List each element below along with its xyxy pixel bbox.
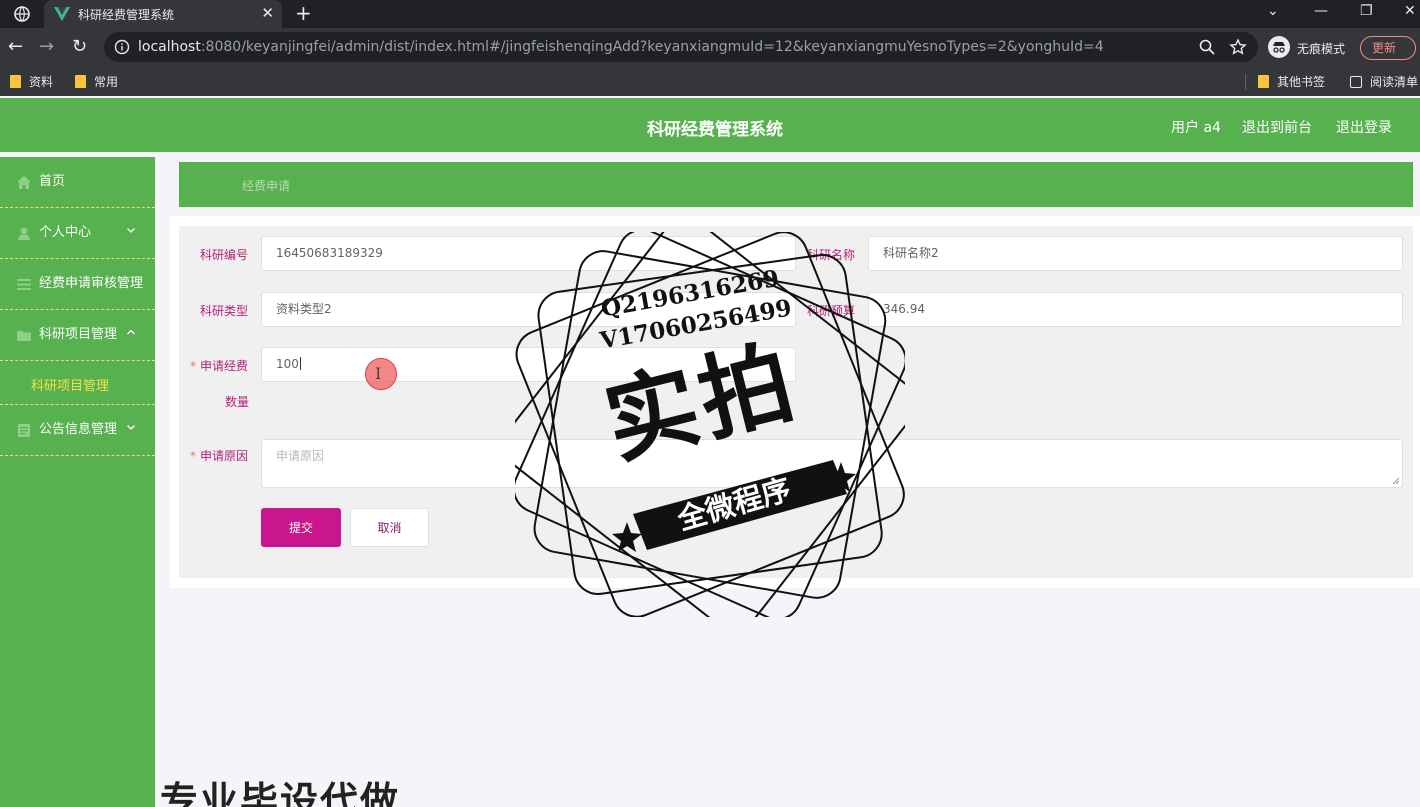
tab-title: 科研经费管理系统: [78, 8, 175, 22]
project-budget-input[interactable]: 346.94: [868, 292, 1403, 327]
browser-toolbar: ← → ↻ localhost:8080/keyanjingfei/admin/…: [0, 28, 1420, 66]
watermark-bottom-text: 专业毕设代做: [160, 779, 401, 807]
project-code-label: 科研编号: [200, 248, 249, 262]
app-header: 科研经费管理系统 用户 a4 退出到前台 退出登录: [0, 98, 1420, 152]
resize-handle-icon[interactable]: [1392, 477, 1400, 485]
project-type-label: 科研类型: [200, 304, 249, 318]
reading-list[interactable]: 阅读清单: [1350, 73, 1418, 90]
update-button[interactable]: 更新: [1360, 36, 1416, 60]
new-tab-icon[interactable]: +: [295, 2, 312, 24]
chevron-down-icon: [127, 228, 135, 233]
required-mark: *: [190, 359, 196, 373]
bookmarks-separator: [1245, 74, 1246, 90]
home-icon: [17, 176, 31, 189]
globe-icon[interactable]: [14, 6, 30, 22]
submit-button[interactable]: 提交: [261, 508, 341, 547]
list-icon: [17, 279, 31, 290]
back-icon[interactable]: ←: [8, 37, 23, 57]
text-caret: [299, 357, 301, 370]
sidebar-item-notice-management[interactable]: 公告信息管理: [0, 405, 155, 456]
address-bar[interactable]: localhost:8080/keyanjingfei/admin/dist/i…: [104, 32, 1258, 62]
zoom-icon[interactable]: [1198, 38, 1216, 56]
url-text: localhost:8080/keyanjingfei/admin/dist/i…: [138, 39, 1104, 55]
bookmark-folder-changyong[interactable]: 常用: [75, 73, 118, 90]
folder-icon: [10, 75, 21, 88]
tab-search-chevron-icon[interactable]: ⌄: [1267, 3, 1279, 19]
site-info-icon[interactable]: [114, 39, 130, 55]
bookmarks-bar: 资料 常用 其他书签 阅读清单: [0, 66, 1420, 96]
apply-amount-label: * 申请经费: [190, 359, 249, 373]
bookmark-folder-ziliao[interactable]: 资料: [10, 73, 53, 90]
apply-amount-label-line2: 数量: [225, 395, 250, 409]
required-mark: *: [190, 449, 196, 463]
folder-icon: [17, 331, 31, 341]
notice-icon: [18, 424, 30, 437]
text-cursor-icon: I: [375, 364, 382, 383]
chevron-up-icon: [127, 329, 135, 335]
breadcrumb: 经费申请: [179, 162, 1413, 207]
folder-icon: [1258, 75, 1269, 88]
sidebar-item-project-management[interactable]: 科研项目管理: [0, 310, 155, 361]
reading-list-icon: [1350, 76, 1362, 88]
apply-reason-label: * 申请原因: [190, 449, 249, 463]
cancel-button[interactable]: 取消: [350, 508, 429, 547]
minimize-icon[interactable]: —: [1314, 3, 1328, 19]
sidebar-item-home[interactable]: 首页: [0, 157, 155, 208]
incognito-icon: [1268, 36, 1290, 58]
chevron-down-icon: [127, 425, 135, 430]
vue-icon: [54, 7, 70, 21]
logout-link[interactable]: 退出登录: [1336, 117, 1392, 137]
sidebar-subitem-project-management[interactable]: 科研项目管理: [0, 361, 155, 405]
sidebar-item-profile[interactable]: 个人中心: [0, 208, 155, 259]
tab-close-icon[interactable]: ✕: [261, 5, 274, 21]
forward-icon[interactable]: →: [39, 37, 54, 57]
sidebar: 首页 个人中心 经费申请审核管理 科研项目管理 科研项目管理 公告信息管理: [0, 157, 155, 807]
breadcrumb-item[interactable]: 经费申请: [242, 177, 290, 194]
incognito-label: 无痕模式: [1297, 42, 1346, 56]
sidebar-item-funding-review[interactable]: 经费申请审核管理: [0, 259, 155, 310]
restore-icon[interactable]: ❐: [1360, 3, 1373, 19]
browser-tab-strip: 科研经费管理系统 ✕ + ⌄ — ❐ ✕: [0, 0, 1420, 28]
folder-icon: [75, 75, 86, 88]
user-icon: [18, 227, 30, 240]
window-close-icon[interactable]: ✕: [1404, 3, 1416, 19]
exit-to-front-link[interactable]: 退出到前台: [1242, 117, 1312, 137]
project-name-input[interactable]: 科研名称2: [868, 236, 1403, 271]
browser-tab[interactable]: 科研经费管理系统 ✕: [44, 0, 282, 28]
reload-icon[interactable]: ↻: [72, 37, 87, 57]
bookmark-other[interactable]: 其他书签: [1258, 73, 1325, 90]
current-user: 用户 a4: [1171, 120, 1221, 136]
reason-placeholder: 申请原因: [276, 449, 325, 463]
bookmark-star-icon[interactable]: [1229, 38, 1247, 56]
